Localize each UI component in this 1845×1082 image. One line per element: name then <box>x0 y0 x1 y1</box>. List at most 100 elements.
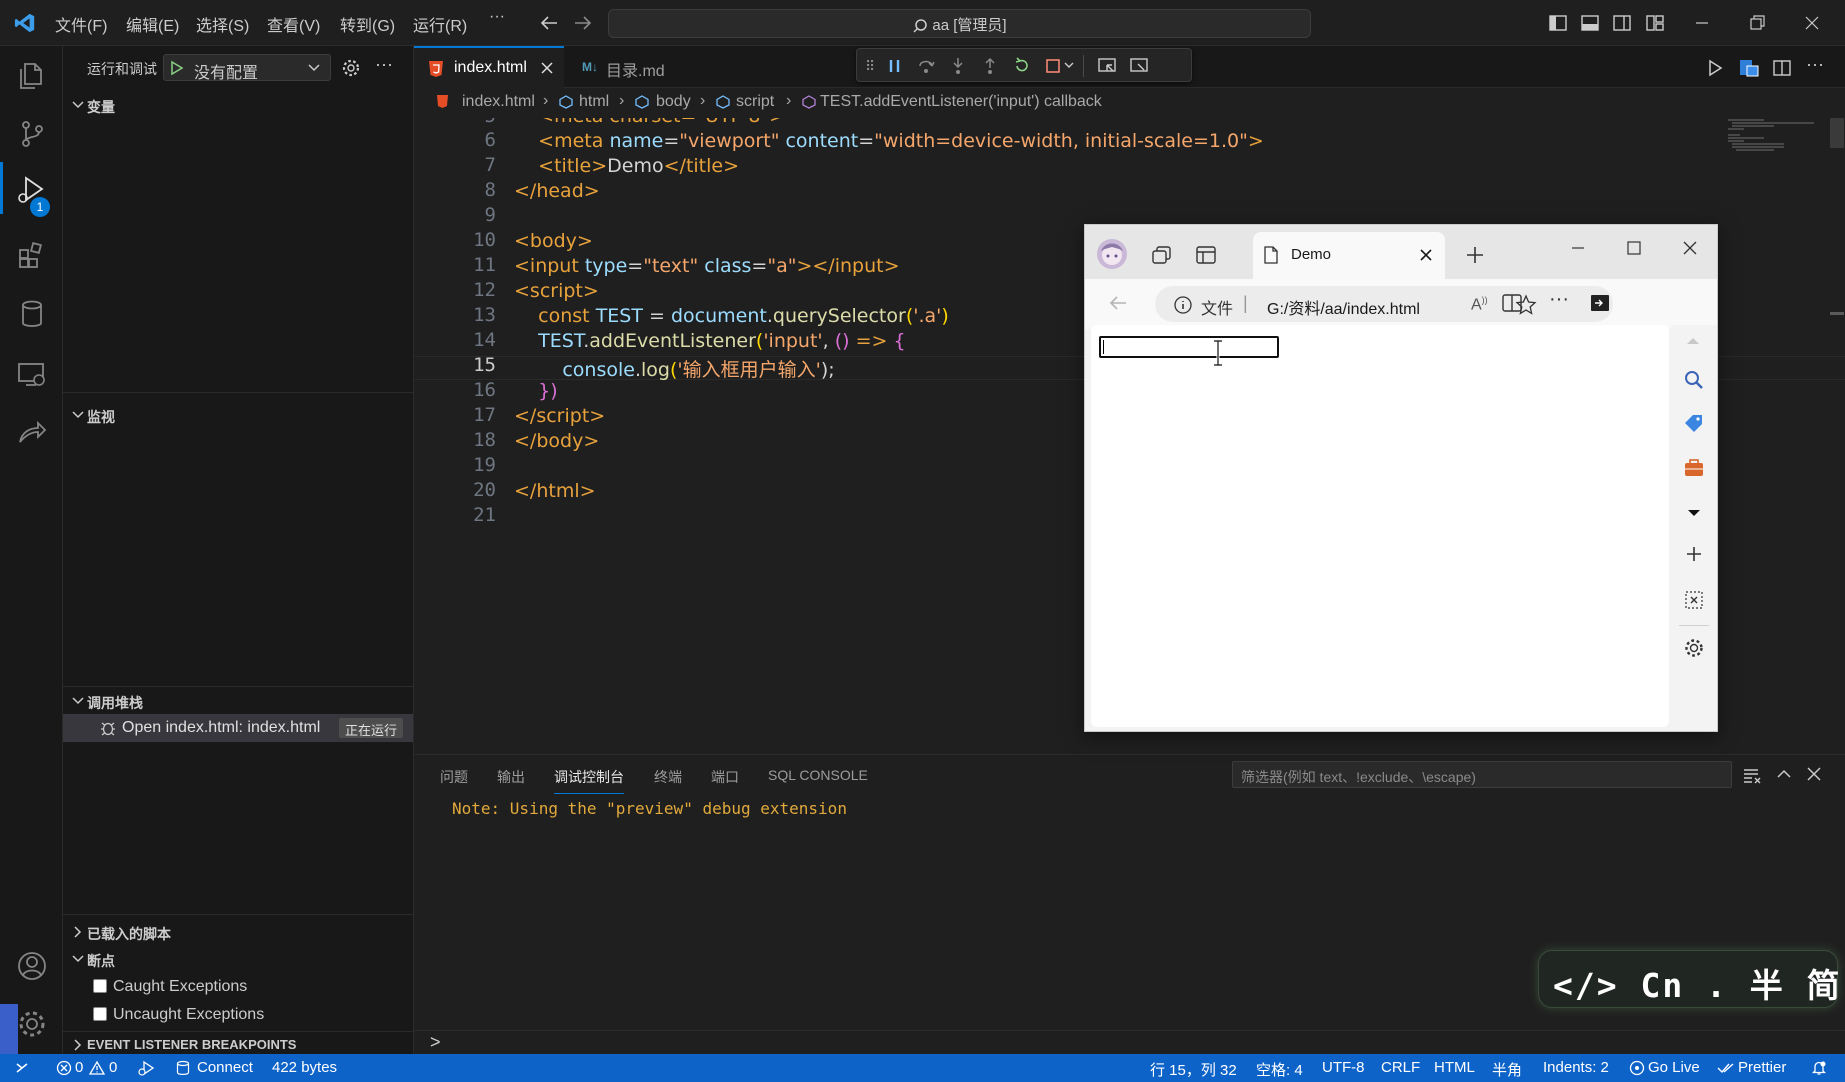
panel-tab-terminal[interactable]: 终端 <box>654 767 682 787</box>
vertical-scrollbar[interactable] <box>1830 118 1844 148</box>
bp-caught-exceptions[interactable]: Caught Exceptions <box>93 975 393 999</box>
callstack-item[interactable]: Open index.html: index.html 正在运行 <box>63 714 413 742</box>
step-into-icon[interactable] <box>949 57 967 75</box>
notifications-bell-icon[interactable] <box>1811 1060 1827 1076</box>
source-control-icon[interactable] <box>16 118 48 150</box>
address-bar[interactable]: 文件 | G:/资料/aa/index.html A)) <box>1155 286 1613 322</box>
encoding[interactable]: UTF-8 <box>1322 1059 1365 1076</box>
database-icon[interactable] <box>176 1060 190 1076</box>
breakpoints-section-header[interactable]: 断点 <box>69 947 413 971</box>
forward-arrow-icon[interactable] <box>572 13 594 33</box>
panel-tab-sql-console[interactable]: SQL CONSOLE <box>768 767 868 783</box>
minimize-icon[interactable] <box>1569 239 1587 257</box>
browser-more-icon[interactable]: ··· <box>1549 288 1569 311</box>
console-filter-input[interactable]: 筛选器(例如 text、!exclude、\escape) <box>1232 761 1732 788</box>
panel-tab-output[interactable]: 输出 <box>497 767 525 787</box>
back-arrow-icon[interactable] <box>1107 293 1129 313</box>
scroll-up-icon[interactable] <box>1686 335 1700 345</box>
menu-selection[interactable]: 选择(S) <box>196 12 249 36</box>
customize-layout-icon[interactable] <box>1645 13 1665 33</box>
loaded-scripts-section-header[interactable]: 已载入的脚本 <box>69 920 413 944</box>
start-debug-icon[interactable] <box>170 60 184 76</box>
tools-briefcase-icon[interactable] <box>1683 457 1705 479</box>
checkbox[interactable] <box>93 1007 107 1021</box>
vertical-tabs-icon[interactable] <box>1195 245 1217 265</box>
checkbox[interactable] <box>93 979 107 993</box>
back-arrow-icon[interactable] <box>538 13 560 33</box>
breadcrumb-callback[interactable]: TEST.addEventListener('input') callback <box>820 93 1102 111</box>
live-share-icon[interactable] <box>16 418 48 450</box>
screencast-icon[interactable] <box>1129 57 1149 75</box>
inspect-icon[interactable] <box>1097 57 1117 75</box>
callstack-section-header[interactable]: 调用堆栈 <box>69 689 413 713</box>
minimap[interactable] <box>1724 118 1824 158</box>
breadcrumb-script[interactable]: script <box>736 93 774 111</box>
breadcrumb-file[interactable]: index.html <box>462 93 535 111</box>
debug-config-select[interactable]: 没有配置 <box>163 54 331 82</box>
cursor-position[interactable]: 行 15，列 32 <box>1150 1059 1237 1080</box>
close-window-icon[interactable] <box>1681 239 1699 257</box>
close-tab-icon[interactable] <box>540 61 554 75</box>
console-input[interactable] <box>444 1031 1824 1053</box>
profile-avatar[interactable] <box>1097 239 1127 269</box>
toggle-primary-sidebar-icon[interactable] <box>1548 13 1568 33</box>
extensions-icon[interactable] <box>16 239 48 271</box>
watch-section-header[interactable]: 监视 <box>69 404 413 428</box>
language-mode[interactable]: HTML <box>1434 1059 1475 1076</box>
stop-icon[interactable] <box>1045 58 1061 74</box>
scroll-down-icon[interactable] <box>1687 509 1701 519</box>
restart-icon[interactable] <box>1013 57 1031 75</box>
step-out-icon[interactable] <box>981 57 999 75</box>
errors-count[interactable]: 0 <box>75 1059 83 1076</box>
maximize-panel-icon[interactable] <box>1775 766 1793 782</box>
breadcrumb-html[interactable]: html <box>579 93 609 111</box>
add-sidebar-app-icon[interactable] <box>1685 545 1703 563</box>
breadcrumb-body[interactable]: body <box>656 93 691 111</box>
manage-gear-icon[interactable] <box>16 1008 48 1040</box>
info-icon[interactable] <box>1173 295 1193 315</box>
debug-status-icon[interactable] <box>137 1060 157 1076</box>
prettier-label[interactable]: Prettier <box>1738 1059 1786 1076</box>
page-text-input[interactable] <box>1099 336 1279 358</box>
close-tab-icon[interactable] <box>1419 248 1433 262</box>
menu-more[interactable]: ··· <box>489 8 505 26</box>
variables-section-header[interactable]: 变量 <box>69 94 413 118</box>
drag-handle-icon[interactable]: ⠿ <box>865 58 875 75</box>
double-check-icon[interactable] <box>1717 1060 1735 1076</box>
panel-tab-debug-console[interactable]: 调试控制台 <box>554 767 624 794</box>
remote-explorer-icon[interactable] <box>16 358 48 390</box>
shopping-tag-icon[interactable] <box>1683 413 1705 435</box>
explorer-icon[interactable] <box>16 60 48 92</box>
menu-run[interactable]: 运行(R) <box>413 12 467 36</box>
minimize-icon[interactable] <box>1692 13 1712 33</box>
tab-index-html[interactable]: index.html <box>414 46 564 88</box>
search-icon[interactable] <box>1683 369 1705 391</box>
new-tab-icon[interactable] <box>1465 245 1485 265</box>
tab-mulu-md[interactable]: M↓ 目录.md <box>564 46 716 88</box>
browser-tab-demo[interactable]: Demo <box>1253 232 1445 279</box>
account-icon[interactable] <box>16 950 48 982</box>
split-screen-icon[interactable] <box>1501 293 1523 313</box>
clear-console-icon[interactable] <box>1742 766 1762 784</box>
close-panel-icon[interactable] <box>1806 766 1822 782</box>
chevron-down-icon[interactable] <box>1063 59 1075 71</box>
panel-tab-problems[interactable]: 问题 <box>440 767 468 787</box>
file-size-label[interactable]: 422 bytes <box>272 1059 337 1076</box>
toggle-panel-icon[interactable] <box>1580 13 1600 33</box>
errors-icon[interactable] <box>56 1060 72 1076</box>
panel-tab-ports[interactable]: 端口 <box>711 767 739 787</box>
toggle-secondary-sidebar-icon[interactable] <box>1612 13 1632 33</box>
menu-go[interactable]: 转到(G) <box>340 12 395 36</box>
indentation-spaces[interactable]: 空格: 4 <box>1256 1059 1303 1080</box>
screenshot-icon[interactable] <box>1683 589 1705 611</box>
debug-settings-gear-icon[interactable] <box>341 58 361 78</box>
remote-indicator[interactable] <box>0 1054 44 1082</box>
restore-icon[interactable] <box>1747 13 1767 33</box>
maximize-icon[interactable] <box>1625 239 1643 257</box>
close-window-icon[interactable] <box>1802 13 1822 33</box>
workspaces-icon[interactable] <box>1151 245 1173 265</box>
split-editor-icon[interactable] <box>1772 59 1792 77</box>
indents[interactable]: Indents: 2 <box>1543 1059 1609 1076</box>
database-icon[interactable] <box>16 298 48 330</box>
sidebar-settings-gear-icon[interactable] <box>1683 637 1705 659</box>
